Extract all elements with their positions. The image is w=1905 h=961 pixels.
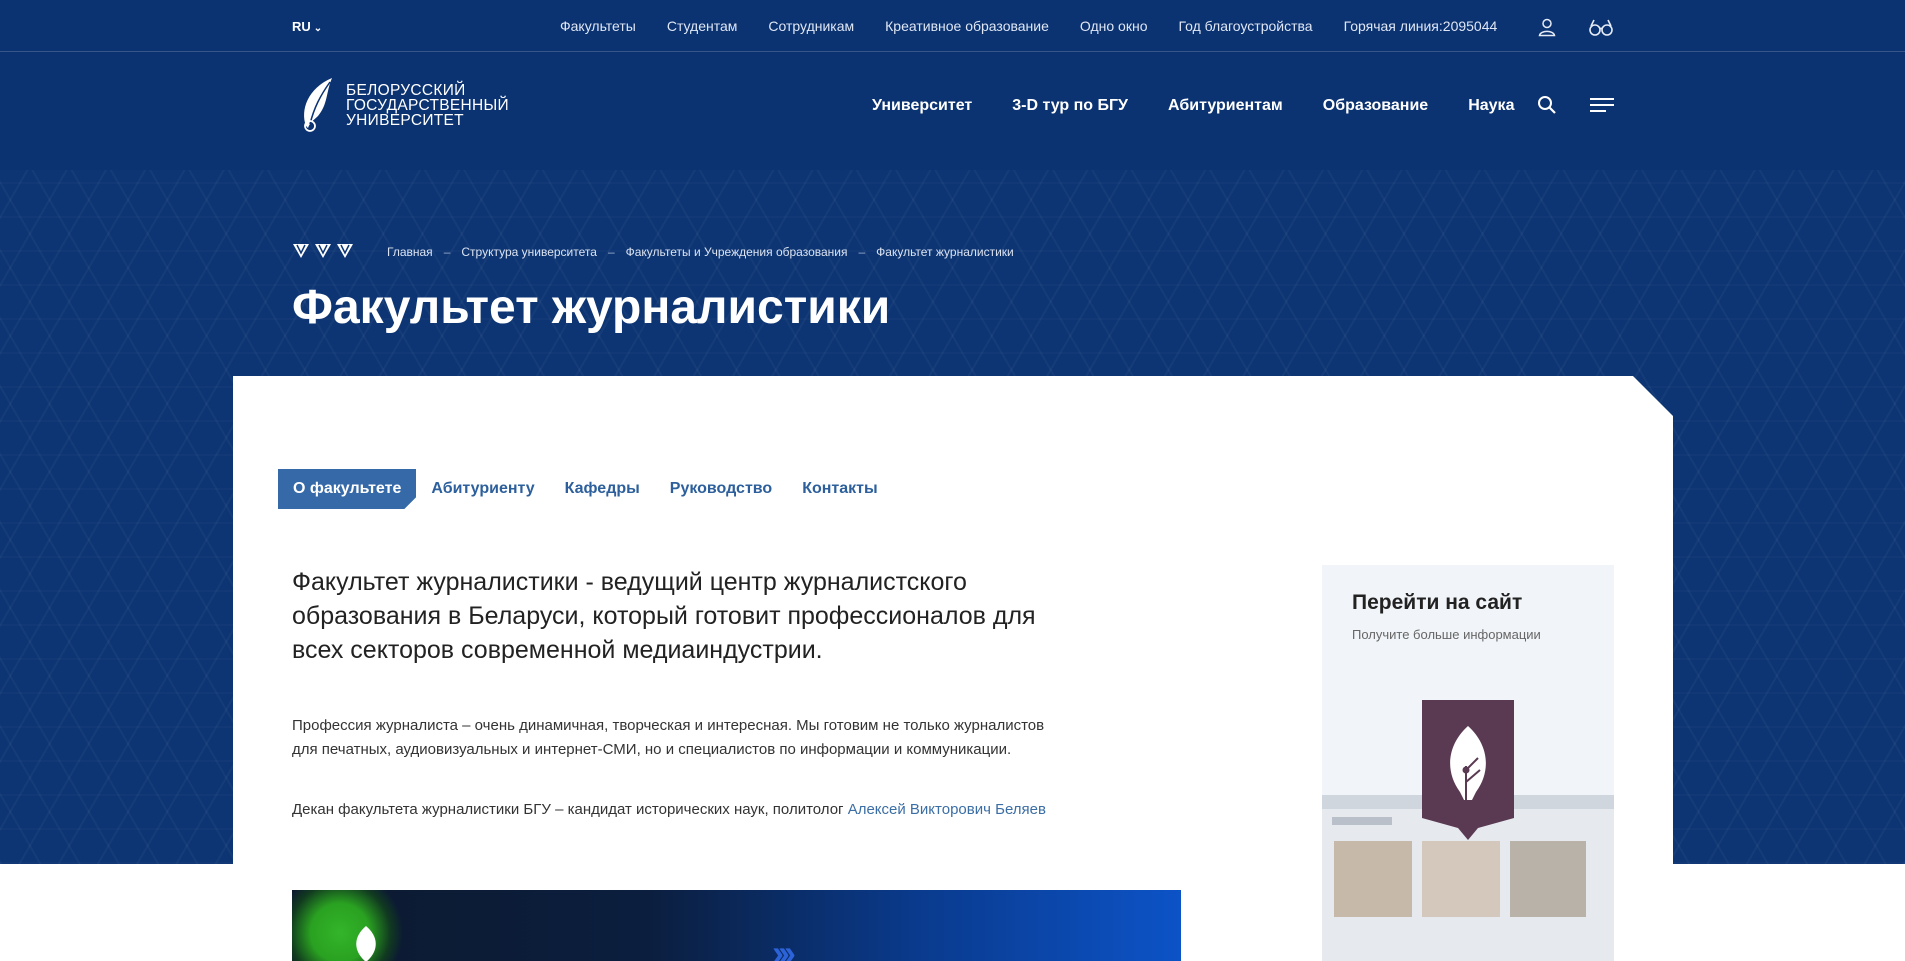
university-logo[interactable]: БЕЛОРУССКИЙ ГОСУДАРСТВЕННЫЙ УНИВЕРСИТЕТ: [298, 74, 538, 134]
search-icon[interactable]: [1537, 95, 1557, 115]
breadcrumb-separator: –: [858, 245, 866, 259]
leaf-logo-icon: [356, 926, 376, 961]
breadcrumb-separator: –: [443, 245, 451, 259]
utility-link-students[interactable]: Студентам: [667, 18, 738, 34]
nav-item-3d-tour[interactable]: 3-D тур по БГУ: [1012, 97, 1128, 115]
nav-item-university[interactable]: Университет: [872, 97, 972, 115]
tab-management[interactable]: Руководство: [655, 469, 787, 509]
nav-item-science[interactable]: Наука: [1468, 97, 1514, 115]
utility-link-creative-education[interactable]: Креативное образование: [885, 18, 1049, 34]
logo-text: БЕЛОРУССКИЙ ГОСУДАРСТВЕННЫЙ УНИВЕРСИТЕТ: [346, 82, 509, 129]
dean-text: Декан факультета журналистики БГУ – канд…: [292, 801, 848, 818]
chevron-arrows-graphic: ›››: [772, 932, 796, 961]
preview-thumbnail: [1422, 841, 1500, 917]
breadcrumb-item-current: Факультет журналистики: [876, 245, 1014, 259]
dean-link[interactable]: Алексей Викторович Беляев: [848, 801, 1046, 818]
breadcrumb-item-home[interactable]: Главная: [387, 245, 433, 259]
utility-link-hotline[interactable]: Горячая линия:2095044: [1344, 18, 1498, 34]
glasses-icon[interactable]: [1588, 17, 1614, 37]
utility-link-staff[interactable]: Сотрудникам: [768, 18, 854, 34]
chevron-down-icon: ⌄: [313, 23, 323, 34]
description-paragraph: Профессия журналиста – очень динамичная,…: [292, 717, 1045, 758]
tab-about[interactable]: О факультете: [278, 469, 416, 509]
faculty-emblem-icon: [1422, 700, 1514, 840]
main-nav: Университет 3-D тур по БГУ Абитуриентам …: [872, 97, 1514, 115]
nav-item-applicants[interactable]: Абитуриентам: [1168, 97, 1283, 115]
preview-thumbnail: [1334, 841, 1412, 917]
faculty-site-promo[interactable]: Перейти на сайт Получите больше информац…: [1322, 565, 1614, 961]
logo-line: ГОСУДАРСТВЕННЫЙ: [346, 97, 509, 114]
language-label: RU: [292, 19, 311, 34]
utility-bar: RU ⌄ Факультеты Студентам Сотрудникам Кре…: [0, 0, 1905, 52]
menu-icon[interactable]: [1590, 96, 1614, 114]
preview-thumbnail: [1510, 841, 1586, 917]
lead-text: Факультет журналистики - ведущий центр ж…: [292, 568, 1036, 664]
breadcrumb-separator: –: [607, 245, 615, 259]
nav-item-education[interactable]: Образование: [1323, 97, 1428, 115]
promo-title: Перейти на сайт: [1352, 591, 1523, 614]
breadcrumb-item-structure[interactable]: Структура университета: [461, 245, 597, 259]
tab-contacts[interactable]: Контакты: [787, 469, 892, 509]
preview-heading: [1332, 817, 1392, 825]
faculty-banner-image[interactable]: ›››: [292, 890, 1181, 961]
user-icon[interactable]: [1537, 17, 1557, 37]
bsu-mark-icon[interactable]: [292, 242, 358, 262]
quill-logo-icon: [304, 78, 332, 132]
page-title: Факультет журналистики: [292, 281, 891, 334]
utility-links: Факультеты Студентам Сотрудникам Креатив…: [560, 18, 1497, 34]
logo-line: БЕЛОРУССКИЙ: [346, 82, 466, 99]
tab-applicants[interactable]: Абитуриенту: [416, 469, 549, 509]
utility-link-year[interactable]: Год благоустройства: [1178, 18, 1312, 34]
logo-line: УНИВЕРСИТЕТ: [346, 112, 464, 129]
language-selector[interactable]: RU ⌄: [292, 19, 322, 34]
utility-link-faculties[interactable]: Факультеты: [560, 18, 636, 34]
promo-subtitle: Получите больше информации: [1352, 627, 1541, 642]
utility-link-one-window[interactable]: Одно окно: [1080, 18, 1148, 34]
tab-departments[interactable]: Кафедры: [550, 469, 655, 509]
faculty-tabs: О факультете Абитуриенту Кафедры Руковод…: [278, 469, 893, 509]
breadcrumb: Главная – Структура университета – Факул…: [387, 245, 1014, 259]
dean-paragraph: Декан факультета журналистики БГУ – канд…: [292, 798, 1072, 822]
breadcrumb-item-faculties[interactable]: Факультеты и Учреждения образования: [626, 245, 848, 259]
